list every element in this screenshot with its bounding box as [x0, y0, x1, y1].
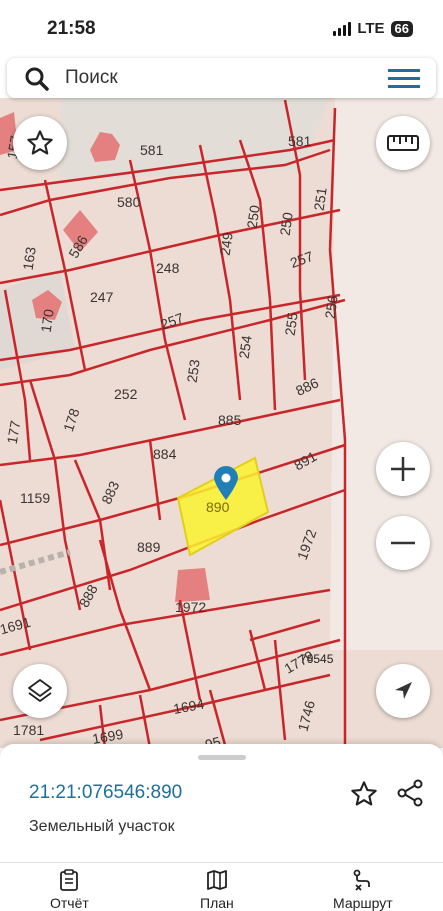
network-type: LTE — [357, 20, 385, 37]
layers-icon — [28, 679, 52, 702]
navigation-arrow-icon — [395, 682, 412, 699]
signal-icon — [333, 21, 352, 36]
tab-route[interactable]: Маршрут — [333, 869, 393, 911]
map-icon — [206, 870, 227, 890]
parcel-label: 581 — [140, 142, 164, 158]
parcel-label: 884 — [153, 446, 177, 462]
cadastral-number[interactable]: 21:21:076546:890 — [29, 782, 182, 804]
sheet-drag-handle[interactable] — [198, 755, 246, 760]
parcel-label: 581 — [288, 133, 312, 149]
parcel-label: 253 — [184, 358, 203, 384]
share-icon[interactable] — [395, 778, 425, 808]
parcel-label: 170 — [38, 308, 57, 334]
parcel-label: 889 — [137, 539, 161, 555]
map-canvas[interactable]: 157 581 581 580 586 163 250 250 251 249 … — [0, 98, 443, 748]
route-icon — [353, 869, 370, 891]
parcel-label: 250 — [277, 211, 296, 237]
parcel-label: 249 — [217, 231, 236, 257]
parcel-label: 1972 — [175, 599, 206, 615]
object-type: Земельный участок — [29, 818, 175, 835]
parcel-label: 251 — [311, 186, 330, 212]
favorite-button[interactable] — [13, 116, 67, 170]
parcel-label: 1159 — [20, 490, 50, 506]
menu-icon[interactable] — [388, 67, 420, 91]
parcel-label: 252 — [114, 386, 138, 402]
battery-level: 66 — [390, 20, 413, 37]
status-bar: 21:58 LTE 66 — [0, 0, 443, 56]
tab-report-label: Отчёт — [50, 895, 89, 911]
parcel-label: 163 — [20, 246, 39, 272]
parcel-label: 254 — [236, 334, 255, 360]
report-icon — [60, 869, 79, 891]
plus-icon — [391, 457, 415, 481]
tab-report[interactable]: Отчёт — [50, 869, 89, 911]
ruler-icon — [387, 135, 419, 151]
parcel-label: 1781 — [13, 722, 44, 738]
parcel-label: 248 — [156, 260, 180, 276]
search-input[interactable]: Поиск — [65, 67, 118, 89]
status-indicators: LTE 66 — [333, 20, 413, 37]
zoom-in-button[interactable] — [376, 442, 430, 496]
status-time: 21:58 — [47, 18, 96, 39]
parcel-label: 247 — [90, 289, 114, 305]
zoom-out-button[interactable] — [376, 516, 430, 570]
layers-button[interactable] — [13, 664, 67, 718]
minus-icon — [391, 541, 415, 545]
parcel-label: 580 — [117, 194, 141, 210]
search-icon — [25, 67, 49, 91]
cadastral-map[interactable]: 157 581 581 580 586 163 250 250 251 249 … — [0, 98, 443, 748]
parcel-label: 256 — [322, 294, 341, 320]
parcel-label: 255 — [282, 311, 301, 337]
star-icon[interactable] — [350, 780, 378, 808]
ruler-button[interactable] — [376, 116, 430, 170]
star-icon — [27, 130, 53, 155]
locate-button[interactable] — [376, 664, 430, 718]
tab-route-label: Маршрут — [333, 895, 393, 911]
building-shape — [175, 568, 210, 602]
tab-plan[interactable]: План — [200, 869, 234, 911]
parcel-label: 885 — [218, 412, 242, 428]
parcel-label-selected: 890 — [206, 499, 230, 515]
bottom-tab-bar: Отчёт План Маршрут — [0, 862, 443, 911]
tab-plan-label: План — [200, 895, 234, 911]
search-bar[interactable]: Поиск — [7, 58, 436, 98]
parcel-label: 250 — [244, 204, 263, 230]
parcel-info-sheet[interactable]: 21:21:076546:890 Земельный участок — [0, 744, 443, 862]
